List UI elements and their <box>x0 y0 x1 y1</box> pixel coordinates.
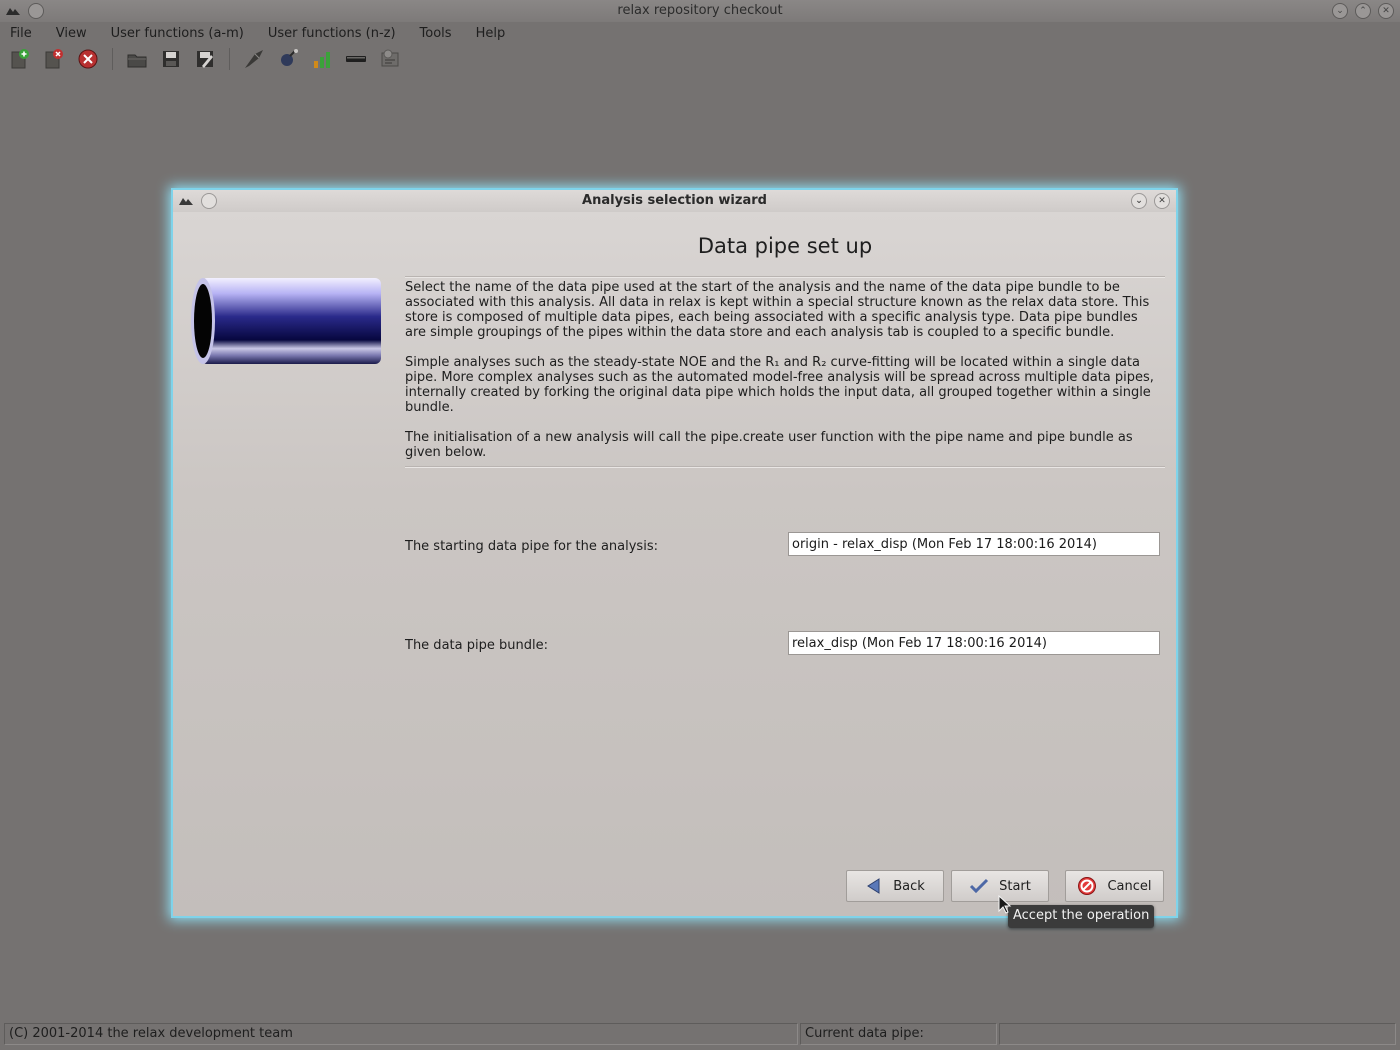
close-window-button[interactable]: ✕ <box>1378 3 1394 19</box>
cancel-button-label: Cancel <box>1107 878 1152 894</box>
page-heading: Data pipe set up <box>697 234 873 258</box>
window-title: relax repository checkout <box>617 3 783 18</box>
close-all-icon[interactable] <box>76 47 100 71</box>
menu-user-functions-n-z[interactable]: User functions (n-z) <box>264 26 400 41</box>
toolbar-separator <box>112 48 113 70</box>
sticky-button[interactable] <box>201 193 217 209</box>
prompt-icon[interactable] <box>344 47 368 71</box>
menu-help[interactable]: Help <box>472 26 510 41</box>
new-analysis-icon[interactable] <box>8 47 32 71</box>
menu-user-functions-a-m[interactable]: User functions (a-m) <box>107 26 248 41</box>
dialog-body: Data pipe set up Select the name of the … <box>173 212 1176 916</box>
data-pipe-editor-icon[interactable] <box>310 47 334 71</box>
menu-file[interactable]: File <box>6 26 36 41</box>
description-paragraph: Select the name of the data pipe used at… <box>405 280 1150 340</box>
open-icon[interactable] <box>125 47 149 71</box>
description-paragraph: The initialisation of a new analysis wil… <box>405 430 1133 460</box>
back-arrow-icon <box>867 878 880 894</box>
maximize-button[interactable]: ⌃ <box>1355 3 1371 19</box>
statusbar: (C) 2001-2014 the relax development team… <box>0 1023 1400 1047</box>
start-button-label: Start <box>999 878 1031 894</box>
checkmark-icon <box>970 878 989 894</box>
save-as-icon[interactable] <box>193 47 217 71</box>
sticky-button[interactable] <box>28 3 44 19</box>
back-button-label: Back <box>893 878 925 894</box>
status-current-pipe-label: Current data pipe: <box>800 1023 997 1045</box>
relax-spin-viewer-icon[interactable] <box>242 47 266 71</box>
mouse-cursor-icon <box>998 895 1012 914</box>
menubar: File View User functions (a-m) User func… <box>0 22 1400 44</box>
close-dialog-button[interactable]: ✕ <box>1154 193 1170 209</box>
dialog-titlebar[interactable]: Analysis selection wizard ⌄ ✕ <box>173 190 1176 212</box>
main-window-titlebar[interactable]: relax repository checkout ⌄ ⌃ ✕ <box>0 0 1400 22</box>
results-viewer-icon[interactable] <box>276 47 300 71</box>
cancel-button[interactable]: Cancel <box>1065 870 1164 902</box>
status-copyright: (C) 2001-2014 the relax development team <box>4 1023 798 1045</box>
tooltip: Accept the operation <box>1008 905 1155 928</box>
description: Select the name of the data pipe used at… <box>405 280 1160 475</box>
status-current-pipe-value <box>999 1023 1396 1045</box>
dialog-title: Analysis selection wizard <box>582 193 767 208</box>
toolbar-separator <box>229 48 230 70</box>
divider <box>405 276 1165 278</box>
window-menu-icon[interactable] <box>6 6 20 16</box>
menu-tools[interactable]: Tools <box>416 26 456 41</box>
bundle-field[interactable] <box>788 631 1160 655</box>
toolbar <box>8 45 402 73</box>
divider <box>405 466 1165 468</box>
menu-view[interactable]: View <box>52 26 91 41</box>
minimize-button[interactable]: ⌄ <box>1332 3 1348 19</box>
bundle-label: The data pipe bundle: <box>405 638 548 653</box>
script-icon[interactable] <box>378 47 402 71</box>
window-menu-icon[interactable] <box>179 196 193 206</box>
analysis-selection-wizard-dialog: Analysis selection wizard ⌄ ✕ Data pipe … <box>173 190 1176 916</box>
starting-pipe-field[interactable] <box>788 532 1160 556</box>
starting-pipe-label: The starting data pipe for the analysis: <box>405 539 658 554</box>
minimize-button[interactable]: ⌄ <box>1131 193 1147 209</box>
data-pipe-graphic <box>191 278 381 364</box>
description-paragraph: Simple analyses such as the steady-state… <box>405 355 1154 415</box>
close-analysis-icon[interactable] <box>42 47 66 71</box>
cancel-icon <box>1078 877 1097 895</box>
save-icon[interactable] <box>159 47 183 71</box>
back-button[interactable]: Back <box>846 870 944 902</box>
